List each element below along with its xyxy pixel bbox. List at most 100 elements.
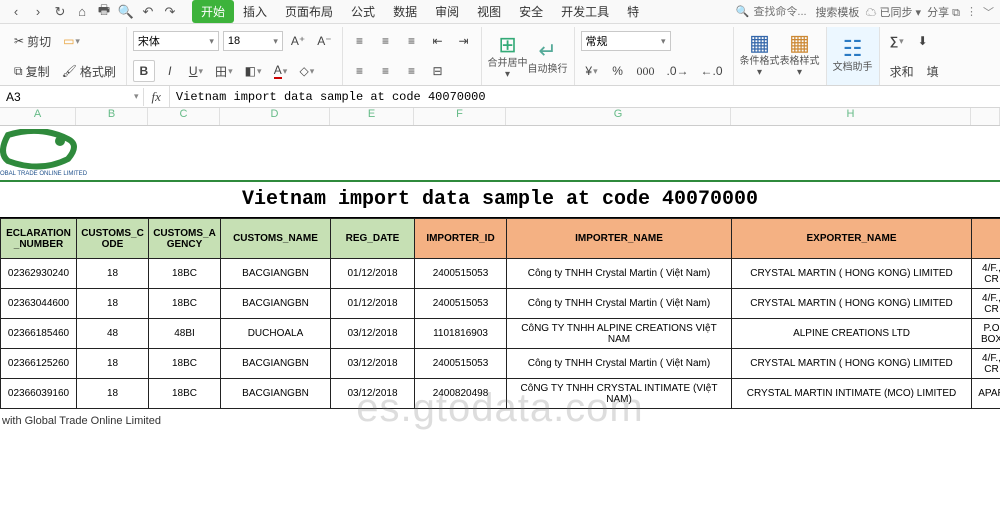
col-header-extra[interactable]: [971, 108, 1000, 125]
cell[interactable]: 4/F., CR: [972, 289, 1000, 319]
cell[interactable]: CôNG TY TNHH CRYSTAL INTIMATE (VIệT NAM): [507, 379, 732, 409]
cell[interactable]: 1101816903: [415, 319, 507, 349]
fx-icon[interactable]: fx: [144, 86, 170, 107]
col-header-E[interactable]: E: [330, 108, 414, 125]
caret-icon[interactable]: ﹀: [983, 4, 994, 20]
table-row[interactable]: 023661252601818BCBACGIANGBN03/12/2018240…: [1, 349, 1000, 379]
cell[interactable]: 02362930240: [1, 259, 77, 289]
increase-font-button[interactable]: A⁺: [287, 30, 309, 52]
col-header-C[interactable]: C: [148, 108, 220, 125]
tab-special[interactable]: 特: [618, 0, 648, 23]
font-name-select[interactable]: 宋体▾: [133, 31, 219, 51]
align-middle-icon[interactable]: ≡: [375, 30, 397, 52]
cell[interactable]: 02366125260: [1, 349, 77, 379]
cell[interactable]: 01/12/2018: [331, 259, 415, 289]
cell[interactable]: ALPINE CREATIONS LTD: [732, 319, 972, 349]
tab-insert[interactable]: 插入: [234, 0, 276, 23]
cell[interactable]: BACGIANGBN: [221, 289, 331, 319]
cell[interactable]: 2400515053: [415, 289, 507, 319]
col-header-G[interactable]: G: [506, 108, 731, 125]
indent-inc-icon[interactable]: ⇥: [453, 30, 475, 52]
cell[interactable]: 18: [77, 259, 149, 289]
align-center-icon[interactable]: ≡: [375, 60, 397, 82]
more-icon[interactable]: ⋮: [966, 5, 977, 18]
cell[interactable]: 02366039160: [1, 379, 77, 409]
cell[interactable]: 01/12/2018: [331, 289, 415, 319]
home-icon[interactable]: ⌂: [72, 2, 92, 22]
underline-button[interactable]: U▾: [185, 60, 207, 82]
col-header-H[interactable]: H: [731, 108, 971, 125]
indent-dec-icon[interactable]: ⇤: [427, 30, 449, 52]
th-importer-name[interactable]: IMPORTER_NAME: [507, 219, 732, 259]
table-row[interactable]: 023661854604848BIDUCHOALA03/12/201811018…: [1, 319, 1000, 349]
cell[interactable]: CôNG TY TNHH ALPINE CREATIONS VIệT NAM: [507, 319, 732, 349]
currency-button[interactable]: ¥▾: [581, 60, 603, 82]
tab-formula[interactable]: 公式: [342, 0, 384, 23]
th-customs-name[interactable]: CUSTOMS_NAME: [221, 219, 331, 259]
cell[interactable]: Công ty TNHH Crystal Martin ( Việt Nam): [507, 259, 732, 289]
cell[interactable]: 03/12/2018: [331, 349, 415, 379]
command-search[interactable]: 🔍: [736, 5, 810, 18]
merge-indent-icon[interactable]: ⊟: [427, 60, 449, 82]
tab-data[interactable]: 数据: [384, 0, 426, 23]
cell[interactable]: P.O BOX: [972, 319, 1000, 349]
clear-format-button[interactable]: ◇▾: [295, 60, 318, 82]
align-left-icon[interactable]: ≡: [349, 60, 371, 82]
font-color-button[interactable]: A▾: [269, 60, 291, 82]
doc-helper-button[interactable]: ☷ 文档助手: [833, 29, 873, 79]
number-format-select[interactable]: 常规▾: [581, 31, 671, 51]
wrap-text-button[interactable]: ↵ 自动换行: [528, 31, 568, 81]
cell[interactable]: 02363044600: [1, 289, 77, 319]
cell[interactable]: 18BC: [149, 259, 221, 289]
font-size-select[interactable]: 18▾: [223, 31, 283, 51]
cell[interactable]: CRYSTAL MARTIN INTIMATE (MCO) LIMITED: [732, 379, 972, 409]
tab-dev[interactable]: 开发工具: [552, 0, 618, 23]
italic-button[interactable]: I: [159, 60, 181, 82]
cell[interactable]: CRYSTAL MARTIN ( HONG KONG) LIMITED: [732, 289, 972, 319]
col-header-F[interactable]: F: [414, 108, 506, 125]
th-exporter-name[interactable]: EXPORTER_NAME: [732, 219, 972, 259]
namebox-dropdown-icon[interactable]: ▾: [130, 91, 143, 102]
preview-icon[interactable]: 🔍: [116, 2, 136, 22]
name-box[interactable]: [0, 88, 130, 106]
cell[interactable]: 48: [77, 319, 149, 349]
formula-input[interactable]: [170, 88, 1000, 106]
tab-security[interactable]: 安全: [510, 0, 552, 23]
cell[interactable]: CRYSTAL MARTIN ( HONG KONG) LIMITED: [732, 349, 972, 379]
template-search[interactable]: 搜索模板: [815, 4, 859, 20]
col-header-D[interactable]: D: [220, 108, 330, 125]
command-search-input[interactable]: [753, 6, 809, 18]
table-style-button[interactable]: ▦ 表格样式▾: [780, 29, 820, 79]
cell[interactable]: 2400515053: [415, 349, 507, 379]
th-importer-id[interactable]: IMPORTER_ID: [415, 219, 507, 259]
cell[interactable]: BACGIANGBN: [221, 259, 331, 289]
th-extra[interactable]: [972, 219, 1000, 259]
cell[interactable]: BACGIANGBN: [221, 379, 331, 409]
cell[interactable]: 2400820498: [415, 379, 507, 409]
fill-down-icon[interactable]: ⬇: [912, 30, 934, 52]
tab-home[interactable]: 开始: [192, 0, 234, 23]
decrease-font-button[interactable]: A⁻: [313, 30, 335, 52]
cell[interactable]: 18BC: [149, 349, 221, 379]
cell[interactable]: 18: [77, 379, 149, 409]
cond-format-button[interactable]: ▦ 条件格式▾: [740, 29, 780, 79]
tab-view[interactable]: 视图: [468, 0, 510, 23]
refresh-icon[interactable]: ↻: [50, 2, 70, 22]
comma-button[interactable]: 000: [633, 60, 659, 82]
cell[interactable]: Công ty TNHH Crystal Martin ( Việt Nam): [507, 349, 732, 379]
col-header-B[interactable]: B: [76, 108, 148, 125]
cell[interactable]: Công ty TNHH Crystal Martin ( Việt Nam): [507, 289, 732, 319]
cell[interactable]: APAR: [972, 379, 1000, 409]
percent-button[interactable]: %: [607, 60, 629, 82]
cell[interactable]: 18BC: [149, 379, 221, 409]
copy-button[interactable]: ⧉复制: [10, 60, 54, 82]
cell[interactable]: 02366185460: [1, 319, 77, 349]
merge-center-button[interactable]: ⊞ 合并居中▾: [488, 31, 528, 81]
th-customs-code[interactable]: CUSTOMS_CODE: [77, 219, 149, 259]
th-reg-date[interactable]: REG_DATE: [331, 219, 415, 259]
sum-button[interactable]: ∑▾: [886, 30, 908, 52]
bold-button[interactable]: B: [133, 60, 155, 82]
col-header-A[interactable]: A: [0, 108, 76, 125]
tab-review[interactable]: 审阅: [426, 0, 468, 23]
cell[interactable]: 2400515053: [415, 259, 507, 289]
